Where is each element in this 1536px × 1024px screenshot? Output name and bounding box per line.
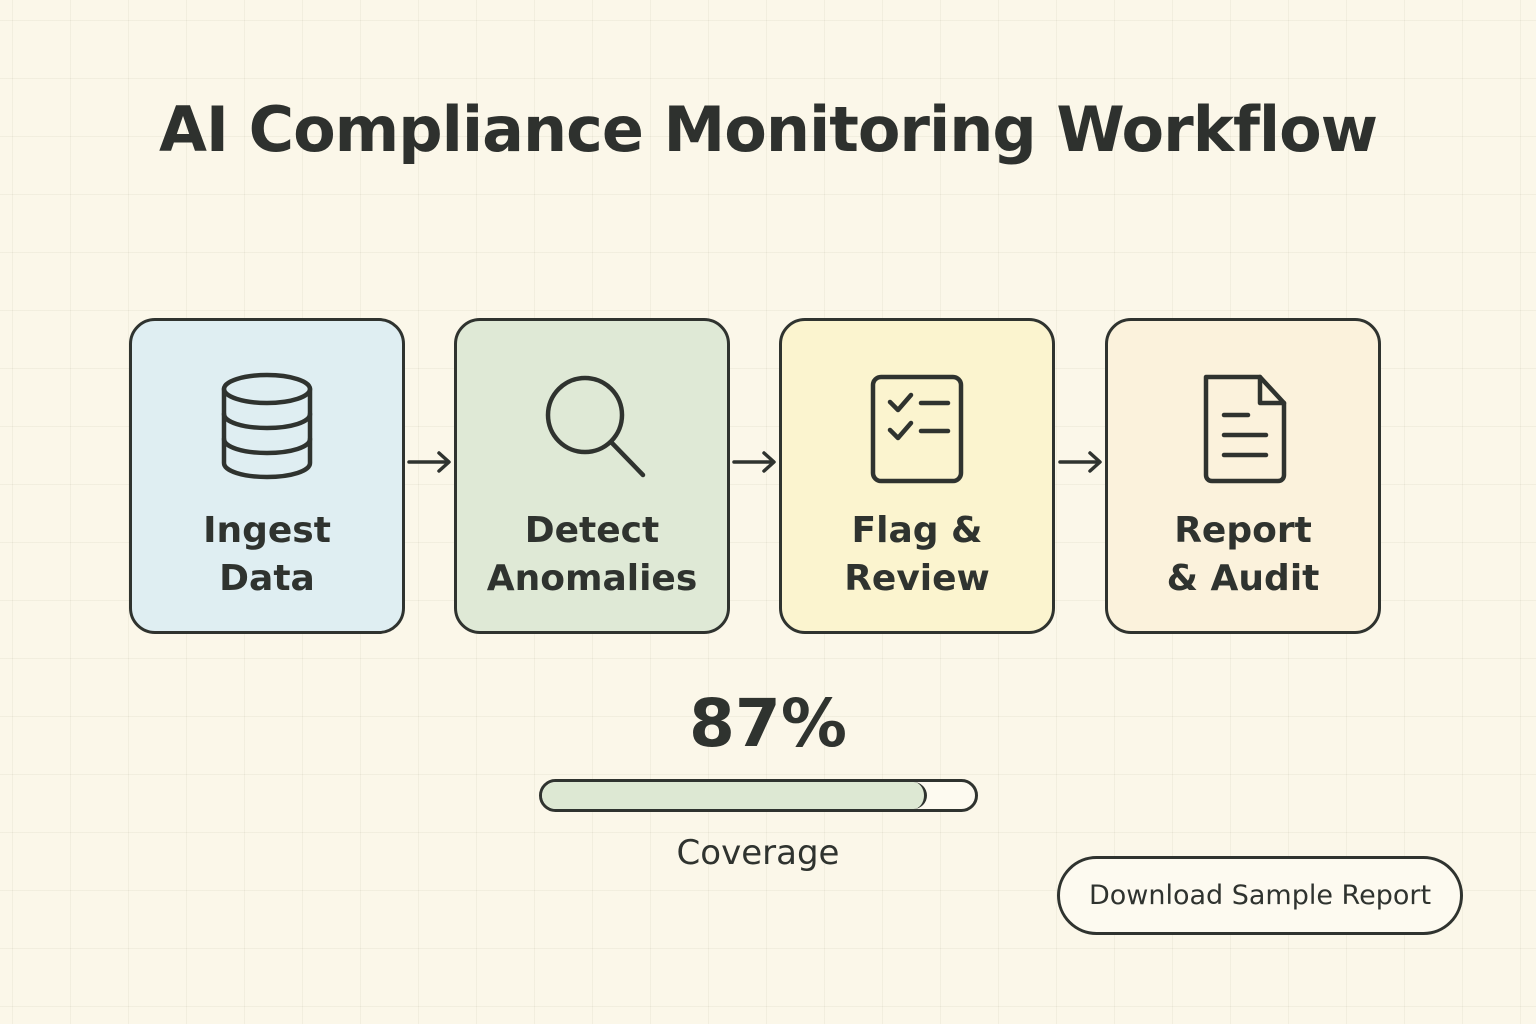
step-card-report-audit: Report & Audit (1105, 318, 1381, 634)
step-label-line: Review (844, 558, 990, 599)
step-label-line: Data (219, 558, 315, 599)
database-icon (212, 371, 322, 487)
step-label: Report & Audit (1108, 507, 1378, 603)
checklist-icon (862, 371, 972, 487)
coverage-progress-fill (542, 782, 928, 809)
step-label: Ingest Data (132, 507, 402, 603)
step-card-ingest-data: Ingest Data (129, 318, 405, 634)
magnifier-icon (537, 371, 647, 487)
step-label-line: Report (1174, 510, 1312, 551)
step-label-line: Flag & (851, 510, 983, 551)
step-label-line: Anomalies (486, 558, 698, 599)
arrow-right-icon (406, 447, 454, 477)
coverage-progress-bar (539, 779, 978, 812)
step-label-line: Detect (524, 510, 660, 551)
page-title: AI Compliance Monitoring Workflow (158, 93, 1378, 166)
document-icon (1188, 371, 1298, 487)
step-card-flag-review: Flag & Review (779, 318, 1055, 634)
coverage-label: Coverage (676, 833, 840, 873)
step-label: Detect Anomalies (457, 507, 727, 603)
step-label: Flag & Review (782, 507, 1052, 603)
coverage-percent: 87% (689, 685, 847, 762)
arrow-right-icon (1057, 447, 1105, 477)
step-label-line: & Audit (1166, 558, 1320, 599)
arrow-right-icon (731, 447, 779, 477)
step-label-line: Ingest (203, 510, 331, 551)
download-sample-report-button[interactable]: Download Sample Report (1057, 856, 1463, 935)
step-card-detect-anomalies: Detect Anomalies (454, 318, 730, 634)
